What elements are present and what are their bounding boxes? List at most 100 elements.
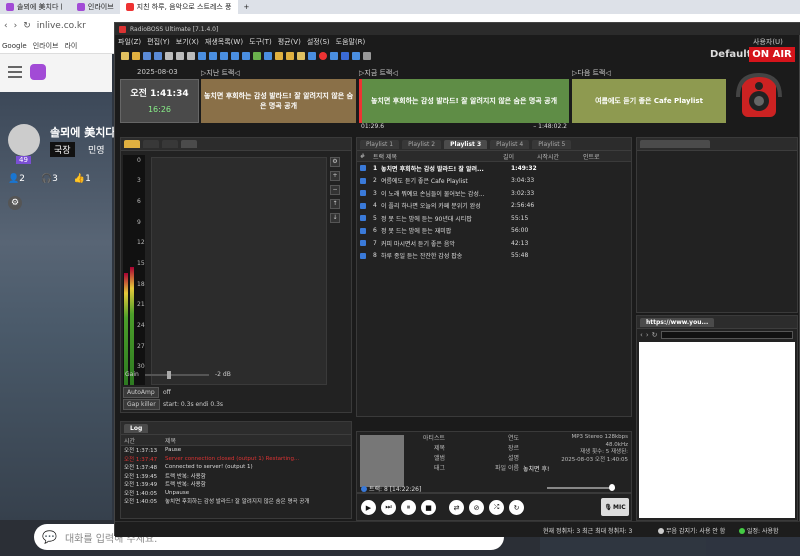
- forward-icon[interactable]: ›: [14, 21, 18, 31]
- channel-avatar[interactable]: [8, 124, 40, 156]
- new-icon[interactable]: [121, 51, 129, 60]
- web-url-field[interactable]: [660, 331, 793, 339]
- folder-tab-icon[interactable]: [124, 140, 140, 148]
- hamburger-menu-icon[interactable]: [8, 66, 22, 78]
- playlist-row[interactable]: 6정 못 드는 밤에 듣는 재미팝 56:00: [357, 225, 631, 238]
- view-1-icon[interactable]: [209, 51, 217, 60]
- autoamp-button[interactable]: AutoAmp: [123, 387, 159, 398]
- menu-level[interactable]: 평균(V): [275, 37, 304, 47]
- menu-view[interactable]: 보기(X): [173, 37, 202, 47]
- bookmark-google[interactable]: Google: [2, 42, 27, 50]
- settings-icon[interactable]: [352, 51, 360, 60]
- web-forward-icon[interactable]: ›: [646, 331, 649, 339]
- reload-icon[interactable]: ↻: [23, 21, 31, 31]
- tab-playlist-1[interactable]: Playlist 1: [360, 139, 400, 149]
- col-title[interactable]: 트랙 제목: [373, 152, 503, 161]
- playlist-row[interactable]: 7 커피 마시면서 듣기 좋은 음악 42:13: [357, 237, 631, 250]
- folder-icon[interactable]: [275, 51, 283, 60]
- url-text[interactable]: inlive.co.kr: [37, 21, 86, 31]
- loop-icon[interactable]: ⇄: [449, 500, 464, 515]
- playlist-row[interactable]: 2 여름에도 듣기 좋은 Cafe Playlist 3:04:33: [357, 175, 631, 188]
- web-refresh-icon[interactable]: ↻: [652, 331, 658, 339]
- col-event[interactable]: 제목: [165, 436, 351, 445]
- browser-tab-1[interactable]: 솔뫼에 美치다ㅣ: [0, 0, 71, 14]
- add-icon[interactable]: [198, 51, 206, 60]
- stop-button[interactable]: ■: [421, 500, 436, 515]
- bookmark-inlive[interactable]: 인라이브: [33, 41, 59, 51]
- menu-edit[interactable]: 편집(Y): [144, 37, 173, 47]
- no-repeat-icon[interactable]: ⊘: [469, 500, 484, 515]
- menu-settings[interactable]: 설정(S): [304, 37, 333, 47]
- browser-tab-2[interactable]: 인라이브: [71, 0, 120, 14]
- save-icon[interactable]: [143, 51, 151, 60]
- playlist-row[interactable]: 5정 못 드는 밤에 듣는 90년대 시티팝 55:15: [357, 212, 631, 225]
- col-num[interactable]: #: [357, 153, 373, 160]
- log-row[interactable]: 오전 1:37:48 Connected to server! (output 1…: [121, 463, 351, 472]
- playlist-row[interactable]: 3이 노래 뭐예요 손님들이 물어보는 감성... 3:02:33: [357, 187, 631, 200]
- new-tab-button[interactable]: +: [238, 0, 256, 14]
- volume-icon[interactable]: [363, 51, 371, 60]
- up-side-icon[interactable]: ↑: [330, 199, 340, 209]
- web-view[interactable]: [639, 342, 795, 518]
- tab-playlist-4[interactable]: Playlist 4: [490, 139, 530, 149]
- cut-icon[interactable]: [165, 51, 173, 60]
- gain-slider[interactable]: [145, 371, 209, 379]
- right-tab[interactable]: [640, 140, 710, 148]
- on-air-indicator[interactable]: ON AIR: [749, 47, 795, 62]
- schedule-icon[interactable]: [253, 51, 261, 60]
- tab-playlist-3[interactable]: Playlist 3: [444, 139, 488, 149]
- broadcast-icon[interactable]: [341, 51, 349, 60]
- menu-playlist[interactable]: 재생목록(W): [202, 37, 246, 47]
- inlive-logo-icon[interactable]: [30, 64, 46, 80]
- meter-tab-icon[interactable]: [181, 140, 197, 148]
- remove-side-icon[interactable]: −: [330, 185, 340, 195]
- log-row[interactable]: 오전 1:40:05 놓치면 후회하는 감성 발라드! 잘 알려지지 않은 숨은 …: [121, 497, 351, 506]
- web-back-icon[interactable]: ‹: [640, 331, 643, 339]
- col-start[interactable]: 시작시간: [537, 152, 583, 161]
- record-icon[interactable]: [319, 51, 327, 60]
- paste-icon[interactable]: [187, 51, 195, 60]
- next-track-box[interactable]: 여름에도 듣기 좋은 Cafe Playlist: [572, 79, 726, 123]
- library-icon[interactable]: [286, 51, 294, 60]
- log-row[interactable]: 오전 1:40:05 Unpause: [121, 489, 351, 498]
- repeat-icon[interactable]: ↻: [509, 500, 524, 515]
- browser-tab-3[interactable]: 지친 하루, 음악으로 스트레스 풍: [119, 0, 238, 14]
- playlist-row[interactable]: 4이 플리 하나면 오늘의 카페 분위기 완성 2:56:46: [357, 200, 631, 213]
- prev-track-box[interactable]: 놓치면 후회하는 감성 발라드! 잘 알려지지 않은 숨은 명곡 공개: [201, 79, 356, 123]
- clock-tab-icon[interactable]: [162, 140, 178, 148]
- play-button[interactable]: ▶: [361, 500, 376, 515]
- log-row[interactable]: 오전 1:39:45 트랙 반복: 사용함: [121, 472, 351, 481]
- playlist-row[interactable]: 8 하루 종일 듣는 잔잔한 감성 팝송 55:48: [357, 250, 631, 263]
- user-menu[interactable]: 사용자(U): [753, 37, 783, 47]
- web-tab[interactable]: https://www.you...: [640, 317, 715, 327]
- next-button[interactable]: ⏭: [381, 500, 396, 515]
- tab-playlist-2[interactable]: Playlist 2: [402, 139, 442, 149]
- search-tab-icon[interactable]: [143, 140, 159, 148]
- pause-button[interactable]: ⏸: [401, 500, 416, 515]
- down-side-icon[interactable]: ↓: [330, 213, 340, 223]
- log-tab[interactable]: Log: [124, 423, 149, 433]
- back-icon[interactable]: ‹: [4, 21, 8, 31]
- col-duration[interactable]: 길이: [503, 152, 537, 161]
- music-icon[interactable]: [297, 51, 305, 60]
- stats-icon[interactable]: [308, 51, 316, 60]
- col-time[interactable]: 시간: [121, 436, 165, 445]
- eq-icon[interactable]: [330, 51, 338, 60]
- add-side-icon[interactable]: +: [330, 171, 340, 181]
- copy-icon[interactable]: [176, 51, 184, 60]
- view-2-icon[interactable]: [220, 51, 228, 60]
- tab-playlist-5[interactable]: Playlist 5: [532, 139, 572, 149]
- settings-gear-icon[interactable]: ⚙: [8, 196, 22, 210]
- menu-file[interactable]: 파일(Z): [115, 37, 144, 47]
- current-track-box[interactable]: 놓치면 후회하는 감성 발라드! 잘 알려지지 않은 숨은 명곡 공개: [359, 79, 569, 123]
- mic-button[interactable]: 🎙 MIC: [601, 498, 629, 516]
- stream-icon[interactable]: [264, 51, 272, 60]
- log-row[interactable]: 오전 1:37:13 Pause: [121, 446, 351, 455]
- menu-tools[interactable]: 도구(T): [246, 37, 275, 47]
- view-3-icon[interactable]: [231, 51, 239, 60]
- playlist-row[interactable]: 1 놓치면 후회하는 감성 발라드! 잘 알려... 1:49:32: [357, 162, 631, 175]
- settings-side-icon[interactable]: ⚙: [330, 157, 340, 167]
- view-4-icon[interactable]: [242, 51, 250, 60]
- gap-killer-button[interactable]: Gap killer: [123, 399, 160, 410]
- save-as-icon[interactable]: [154, 51, 162, 60]
